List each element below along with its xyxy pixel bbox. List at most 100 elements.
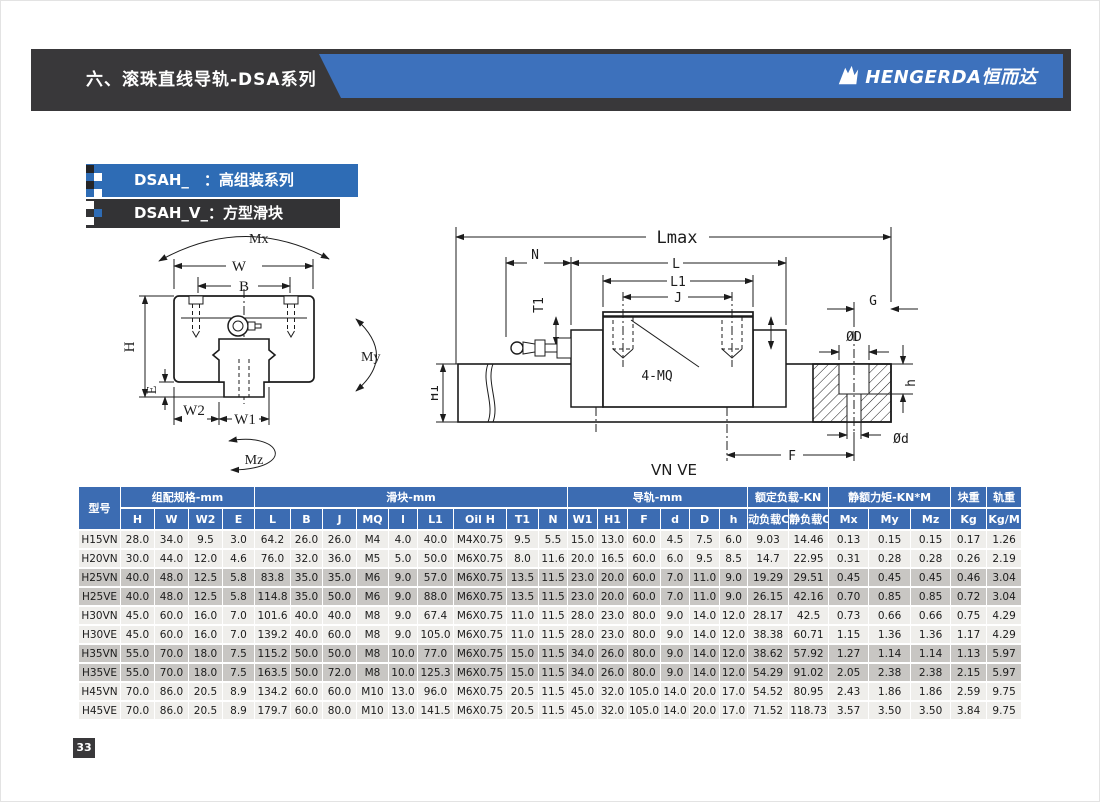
value-cell: 16.0 (189, 626, 222, 643)
value-cell: 34.0 (155, 531, 188, 548)
table-group-row: 型号 组配规格-mm 滑块-mm 导轨-mm 额定负载-KN 静额力矩-KN*M… (79, 487, 1021, 507)
value-cell: 2.19 (987, 550, 1021, 567)
value-cell: 125.3 (418, 664, 453, 681)
table-row: H45VE70.086.020.58.9179.760.080.0M1013.0… (79, 702, 1021, 719)
value-cell: 29.51 (789, 569, 828, 586)
value-cell: 9.0 (389, 569, 417, 586)
column-header: D (690, 509, 719, 529)
model-cell: H45VN (79, 683, 120, 700)
column-header: H1 (598, 509, 627, 529)
column-header: T1 (507, 509, 538, 529)
value-cell: 57.0 (418, 569, 453, 586)
value-cell: 15.0 (507, 664, 538, 681)
column-header: W1 (568, 509, 597, 529)
column-header: 动负载C (748, 509, 788, 529)
table-row: H45VN70.086.020.58.9134.260.060.0M1013.0… (79, 683, 1021, 700)
table-row: H35VE55.070.018.07.5163.550.072.0M810.01… (79, 664, 1021, 681)
page-number-badge: 33 (73, 738, 95, 758)
column-header: Mz (911, 509, 950, 529)
value-cell: 26.0 (291, 531, 322, 548)
model-cell: H25VE (79, 588, 120, 605)
table-row: H20VN30.044.012.04.676.032.036.0M55.050.… (79, 550, 1021, 567)
column-header: h (720, 509, 747, 529)
value-cell: 2.38 (911, 664, 950, 681)
value-cell: M6X0.75 (454, 550, 506, 567)
value-cell: 7.0 (223, 626, 254, 643)
value-cell: M6X0.75 (454, 588, 506, 605)
value-cell: 10.0 (389, 645, 417, 662)
column-header: Oil H (454, 509, 506, 529)
table-row: H30VN45.060.016.07.0101.640.040.0M89.067… (79, 607, 1021, 624)
column-header: L (255, 509, 290, 529)
value-cell: 139.2 (255, 626, 290, 643)
value-cell: 34.0 (568, 664, 597, 681)
value-cell: M6X0.75 (454, 683, 506, 700)
value-cell: 83.8 (255, 569, 290, 586)
value-cell: 9.0 (389, 588, 417, 605)
value-cell: 40.0 (121, 569, 154, 586)
value-cell: 0.72 (951, 588, 986, 605)
group-header-load: 额定负载-KN (748, 487, 828, 507)
value-cell: 0.70 (829, 588, 868, 605)
value-cell: 35.0 (323, 569, 356, 586)
checker-decoration (86, 181, 94, 189)
value-cell: 6.0 (661, 550, 689, 567)
value-cell: 14.0 (690, 664, 719, 681)
column-header: MQ (357, 509, 388, 529)
group-header-assembly: 组配规格-mm (121, 487, 254, 507)
value-cell: 23.0 (568, 588, 597, 605)
page-title: 六、滚珠直线导轨-DSA系列 (86, 49, 317, 111)
value-cell: 17.0 (720, 702, 747, 719)
checker-decoration (86, 217, 94, 225)
dim-label-od-small: Ød (893, 432, 909, 447)
value-cell: 5.5 (539, 531, 567, 548)
value-cell: 14.0 (690, 645, 719, 662)
value-cell: 4.6 (223, 550, 254, 567)
value-cell: 2.43 (829, 683, 868, 700)
value-cell: 45.0 (121, 607, 154, 624)
value-cell: M6X0.75 (454, 664, 506, 681)
value-cell: 9.5 (189, 531, 222, 548)
value-cell: 1.13 (951, 645, 986, 662)
value-cell: 163.5 (255, 664, 290, 681)
value-cell: 16.0 (189, 607, 222, 624)
value-cell: 1.27 (829, 645, 868, 662)
value-cell: 50.0 (418, 550, 453, 567)
dim-label-lmax: Lmax (657, 228, 698, 248)
column-header: H (121, 509, 154, 529)
value-cell: 28.0 (568, 626, 597, 643)
value-cell: 19.29 (748, 569, 788, 586)
value-cell: 6.0 (720, 531, 747, 548)
value-cell: 9.75 (987, 683, 1021, 700)
value-cell: 70.0 (121, 683, 154, 700)
value-cell: 54.52 (748, 683, 788, 700)
group-header-moment: 静额力矩-KN*M (829, 487, 950, 507)
value-cell: 86.0 (155, 683, 188, 700)
value-cell: 32.0 (598, 702, 627, 719)
value-cell: 0.75 (951, 607, 986, 624)
value-cell: 30.0 (121, 550, 154, 567)
value-cell: M8 (357, 664, 388, 681)
value-cell: 60.0 (155, 607, 188, 624)
value-cell: 42.16 (789, 588, 828, 605)
dim-label-h1: H1 (431, 385, 442, 401)
value-cell: 80.95 (789, 683, 828, 700)
dim-label-mx: Mx (249, 232, 268, 247)
value-cell: 12.0 (720, 607, 747, 624)
value-cell: 105.0 (418, 626, 453, 643)
value-cell: 7.0 (661, 588, 689, 605)
value-cell: 60.0 (628, 550, 660, 567)
value-cell: 50.0 (291, 645, 322, 662)
value-cell: M6 (357, 588, 388, 605)
value-cell: 1.36 (911, 626, 950, 643)
dim-label-b: B (239, 279, 249, 295)
value-cell: 15.0 (507, 645, 538, 662)
value-cell: 1.14 (911, 645, 950, 662)
value-cell: 7.5 (223, 664, 254, 681)
value-cell: 105.0 (628, 702, 660, 719)
model-cell: H30VN (79, 607, 120, 624)
column-header: L1 (418, 509, 453, 529)
value-cell: 101.6 (255, 607, 290, 624)
value-cell: 57.92 (789, 645, 828, 662)
value-cell: 179.7 (255, 702, 290, 719)
